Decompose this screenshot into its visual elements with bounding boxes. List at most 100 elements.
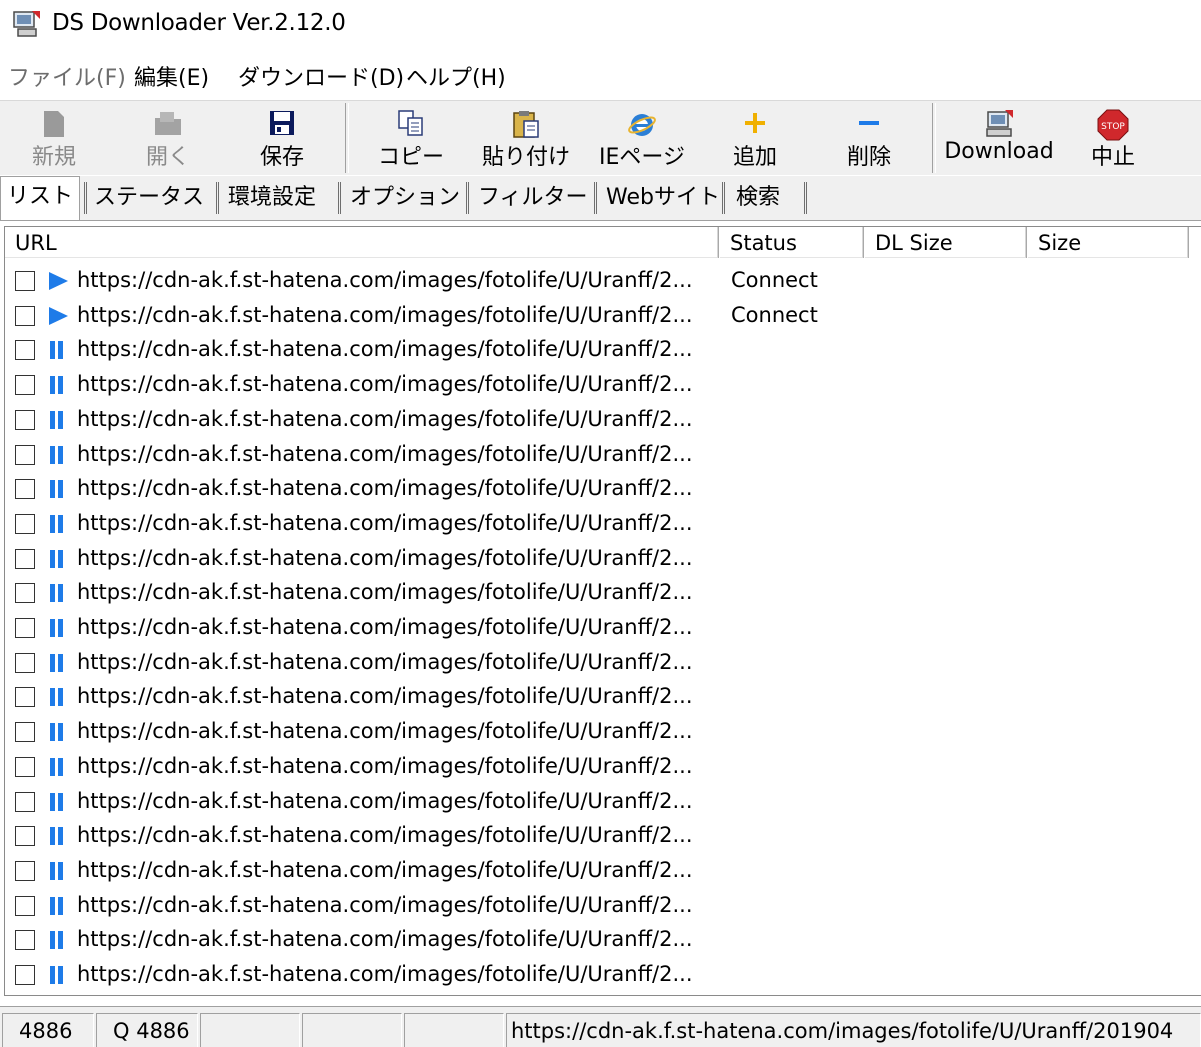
column-divider[interactable] (1026, 227, 1027, 258)
menu-download[interactable]: ダウンロード(D) (238, 60, 404, 92)
row-checkbox[interactable] (15, 513, 35, 534)
row-checkbox[interactable] (15, 340, 35, 361)
column-header-dl-size[interactable]: DL Size (865, 227, 1027, 258)
table-row[interactable]: https://cdn-ak.f.st-hatena.com/images/fo… (5, 714, 1195, 748)
table-row[interactable]: https://cdn-ak.f.st-hatena.com/images/fo… (5, 888, 1195, 922)
table-row[interactable]: https://cdn-ak.f.st-hatena.com/images/fo… (5, 471, 1195, 505)
paste-button[interactable]: 貼り付け (476, 103, 576, 173)
column-header-url[interactable]: URL (5, 227, 719, 258)
save-button[interactable]: 保存 (238, 103, 326, 173)
status-panel-3 (200, 1013, 300, 1047)
tab-search[interactable]: 検索 (730, 180, 786, 216)
row-checkbox[interactable] (15, 756, 35, 777)
pause-icon (50, 688, 63, 707)
row-url: https://cdn-ak.f.st-hatena.com/images/fo… (77, 545, 693, 570)
delete-button[interactable]: 削除 (826, 103, 912, 173)
row-url: https://cdn-ak.f.st-hatena.com/images/fo… (77, 406, 693, 431)
table-row[interactable]: https://cdn-ak.f.st-hatena.com/images/fo… (5, 298, 1195, 332)
table-row[interactable]: https://cdn-ak.f.st-hatena.com/images/fo… (5, 610, 1195, 644)
table-row[interactable]: https://cdn-ak.f.st-hatena.com/images/fo… (5, 749, 1195, 783)
tab-website[interactable]: Webサイト (600, 180, 726, 216)
app-icon (13, 11, 40, 37)
table-row[interactable]: https://cdn-ak.f.st-hatena.com/images/fo… (5, 853, 1195, 887)
menu-file[interactable]: ファイル(F) (8, 60, 126, 92)
table-row[interactable]: https://cdn-ak.f.st-hatena.com/images/fo… (5, 575, 1195, 609)
table-row[interactable]: https://cdn-ak.f.st-hatena.com/images/fo… (5, 506, 1195, 540)
row-checkbox[interactable] (15, 479, 35, 500)
download-list[interactable]: URL Status DL Size Size https://cdn-ak.f… (4, 226, 1201, 996)
row-checkbox[interactable] (15, 409, 35, 430)
row-checkbox[interactable] (15, 305, 35, 326)
table-row[interactable]: https://cdn-ak.f.st-hatena.com/images/fo… (5, 437, 1195, 471)
row-checkbox[interactable] (15, 271, 35, 291)
table-row[interactable]: https://cdn-ak.f.st-hatena.com/images/fo… (5, 263, 1195, 297)
row-checkbox[interactable] (15, 444, 35, 465)
column-divider[interactable] (863, 227, 864, 258)
row-url: https://cdn-ak.f.st-hatena.com/images/fo… (77, 615, 693, 639)
table-row[interactable]: https://cdn-ak.f.st-hatena.com/images/fo… (5, 957, 1195, 991)
row-checkbox[interactable] (15, 652, 35, 673)
paste-clipboard-icon (513, 111, 539, 138)
row-checkbox[interactable] (15, 583, 35, 604)
row-checkbox[interactable] (15, 930, 35, 951)
menu-edit[interactable]: 編集(E) (134, 60, 209, 92)
download-button[interactable]: Download (944, 103, 1054, 173)
stop-button-label: 中止 (1090, 145, 1135, 170)
tab-filter[interactable]: フィルター (472, 180, 594, 216)
table-row[interactable]: https://cdn-ak.f.st-hatena.com/images/fo… (5, 922, 1195, 956)
column-header-size[interactable]: Size (1028, 227, 1189, 258)
new-button[interactable]: 新規 (10, 103, 98, 173)
table-row[interactable]: https://cdn-ak.f.st-hatena.com/images/fo… (5, 541, 1195, 575)
tab-list[interactable]: リスト (0, 176, 81, 220)
row-checkbox[interactable] (15, 895, 35, 916)
copy-button-label: コピー (377, 145, 444, 170)
table-row[interactable]: https://cdn-ak.f.st-hatena.com/images/fo… (5, 679, 1195, 713)
pause-icon (50, 861, 63, 880)
row-checkbox[interactable] (15, 722, 35, 743)
toolbar-separator (932, 103, 936, 173)
pause-icon (50, 896, 63, 915)
row-checkbox[interactable] (15, 548, 35, 569)
tab-options[interactable]: オプション (344, 180, 466, 216)
status-bar: 4886 Q 4886 https://cdn-ak.f.st-hatena.c… (0, 1006, 1201, 1047)
play-icon (49, 272, 68, 290)
row-checkbox[interactable] (15, 618, 35, 638)
play-icon (49, 306, 68, 325)
row-url: https://cdn-ak.f.st-hatena.com/images/fo… (77, 962, 693, 986)
tab-status[interactable]: ステータス (88, 180, 210, 216)
column-header-status[interactable]: Status (720, 227, 864, 258)
new-file-icon (44, 111, 64, 137)
table-row[interactable]: https://cdn-ak.f.st-hatena.com/images/fo… (5, 818, 1195, 852)
pause-icon (50, 619, 63, 637)
row-url: https://cdn-ak.f.st-hatena.com/images/fo… (77, 302, 693, 327)
tab-settings[interactable]: 環境設定 (222, 180, 322, 216)
pause-icon (50, 549, 63, 568)
row-checkbox[interactable] (15, 375, 35, 396)
row-checkbox[interactable] (15, 965, 35, 985)
row-url: https://cdn-ak.f.st-hatena.com/images/fo… (77, 441, 693, 466)
row-url: https://cdn-ak.f.st-hatena.com/images/fo… (77, 753, 693, 778)
toolbar-separator (345, 103, 349, 173)
ie-page-button[interactable]: IEページ (592, 103, 692, 173)
row-checkbox[interactable] (15, 826, 35, 847)
table-row[interactable]: https://cdn-ak.f.st-hatena.com/images/fo… (5, 367, 1195, 401)
column-header-size-label: Size (1038, 231, 1082, 255)
tab-separator (804, 182, 807, 214)
table-row[interactable]: https://cdn-ak.f.st-hatena.com/images/fo… (5, 645, 1195, 679)
table-row[interactable]: https://cdn-ak.f.st-hatena.com/images/fo… (5, 332, 1195, 366)
copy-button[interactable]: コピー (366, 103, 456, 173)
download-computer-icon (986, 110, 1013, 137)
row-checkbox[interactable] (15, 791, 35, 812)
stop-sign-icon: STOP (1097, 109, 1129, 141)
row-checkbox[interactable] (15, 860, 35, 881)
add-button[interactable]: 追加 (712, 103, 798, 173)
table-row[interactable]: https://cdn-ak.f.st-hatena.com/images/fo… (5, 402, 1195, 436)
column-divider[interactable] (718, 227, 719, 258)
table-row[interactable]: https://cdn-ak.f.st-hatena.com/images/fo… (5, 784, 1195, 818)
menu-help[interactable]: ヘルプ(H) (406, 60, 506, 92)
stop-button[interactable]: STOP 中止 (1070, 103, 1156, 173)
row-checkbox[interactable] (15, 687, 35, 708)
row-url: https://cdn-ak.f.st-hatena.com/images/fo… (77, 268, 693, 292)
column-divider[interactable] (1188, 227, 1189, 258)
open-button[interactable]: 開く (124, 103, 212, 173)
